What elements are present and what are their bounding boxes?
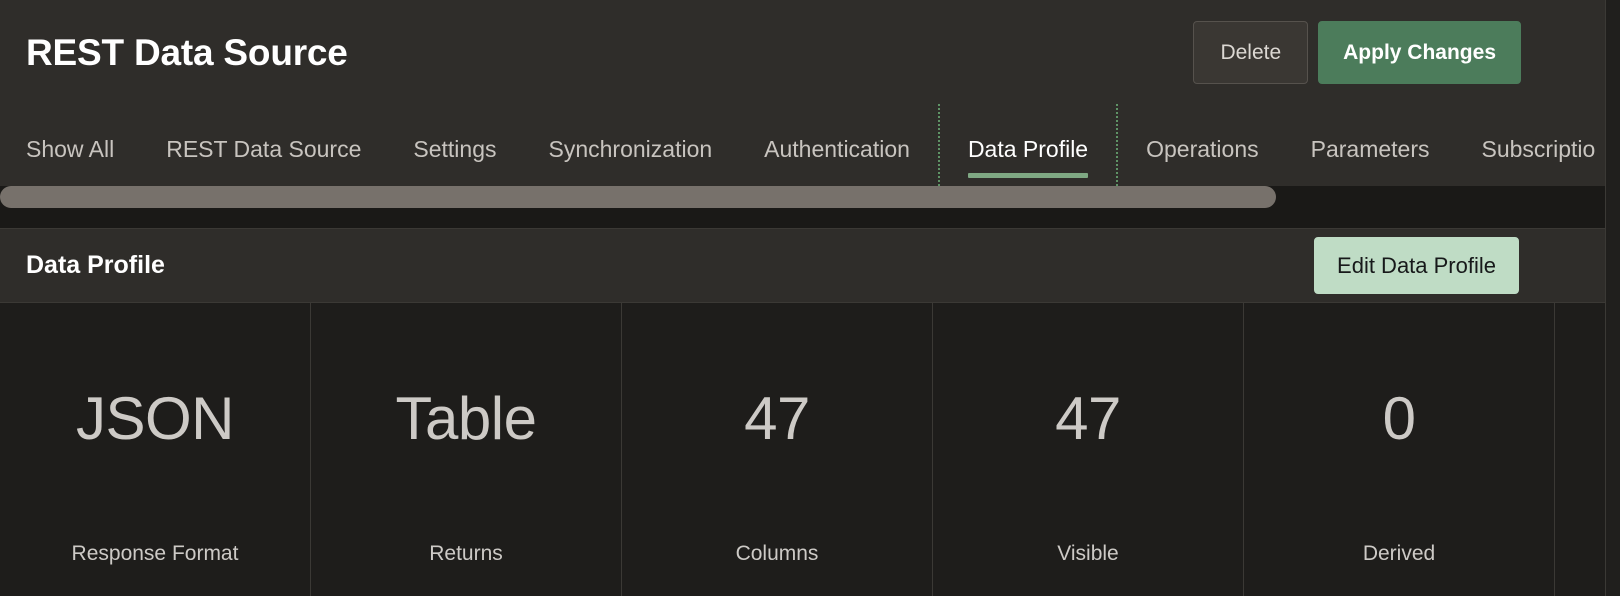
stat-card-value: JSON [75,385,235,452]
stat-card: 47 Visible [933,303,1244,596]
tab-separator-right [1116,104,1119,186]
tab-list: Show All REST Data Source Settings Synch… [0,104,1605,186]
right-gutter [1605,0,1620,596]
tab-bar: Show All REST Data Source Settings Synch… [0,104,1605,186]
stat-card-label: Returns [429,542,503,565]
stat-card-value: Table [395,385,537,452]
stat-card: 47 Columns [622,303,933,596]
stat-card-label: Derived [1362,542,1436,565]
edit-data-profile-button[interactable]: Edit Data Profile [1314,237,1519,294]
tab-operations[interactable]: Operations [1120,104,1285,186]
stat-card-value: 47 [744,385,810,452]
tab-label: Show All [26,136,115,162]
tab-label: Settings [413,136,497,162]
tab-settings[interactable]: Settings [387,104,522,186]
stat-card: JSON Response Format [0,303,311,596]
rest-data-source-page: REST Data Source Delete Apply Changes Sh… [0,0,1620,596]
tab-label: REST Data Source [166,136,362,162]
delete-button[interactable]: Delete [1193,20,1309,84]
tab-parameters[interactable]: Parameters [1285,104,1456,186]
apply-changes-button[interactable]: Apply Changes [1318,20,1521,84]
stat-card-label: Columns [735,542,819,565]
tab-data-profile[interactable]: Data Profile [942,104,1114,186]
header-actions: Delete Apply Changes [1193,20,1581,84]
tab-separator-left [937,104,940,186]
tab-label: Parameters [1310,136,1430,162]
tab-label: Synchronization [548,136,713,162]
region-header: Data Profile Edit Data Profile [0,229,1605,303]
stat-card-label: Visible [1057,542,1119,565]
tabs-horizontal-scrollbar[interactable] [0,186,1605,228]
page-title: REST Data Source [26,31,348,73]
stat-card: 0 Derived [1244,303,1555,596]
tab-subscriptions[interactable]: Subscriptio [1456,104,1606,186]
region-actions: Edit Data Profile [1314,237,1579,294]
tab-label: Operations [1146,136,1259,162]
tab-label: Authentication [764,136,910,162]
tab-synchronization[interactable]: Synchronization [523,104,739,186]
scrollbar-thumb[interactable] [0,186,1276,208]
tab-show-all[interactable]: Show All [26,104,140,186]
tab-authentication[interactable]: Authentication [738,104,936,186]
stat-card: Table Returns [311,303,622,596]
data-profile-region: Data Profile Edit Data Profile JSON Resp… [0,228,1605,596]
stat-card-value: 47 [1055,385,1121,452]
stat-card-label: Response Format [71,542,239,565]
active-tab-underline [967,173,1089,178]
tab-label: Data Profile [967,136,1089,162]
tab-label: Subscriptio [1481,136,1596,162]
stat-card-value: 0 [1382,385,1416,452]
stat-card-list: JSON Response Format Table Returns 47 Co… [0,303,1605,596]
tab-rest-data-source[interactable]: REST Data Source [140,104,387,186]
region-title: Data Profile [26,251,165,279]
page-header: REST Data Source Delete Apply Changes [0,0,1605,104]
